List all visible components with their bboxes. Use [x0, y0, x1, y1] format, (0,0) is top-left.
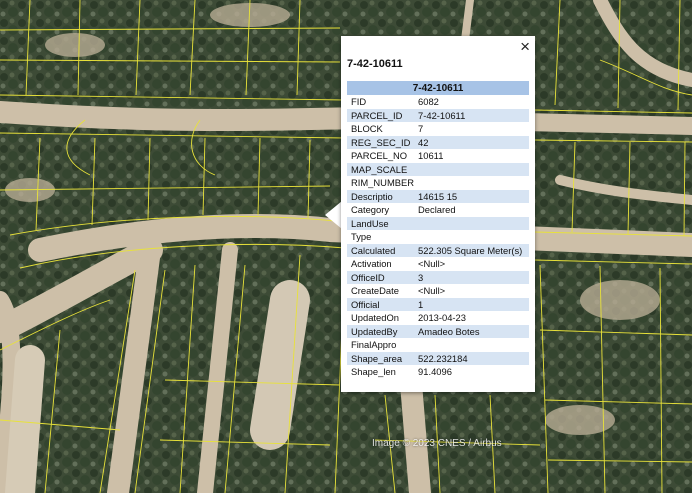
attribute-value: 7-42-10611: [414, 108, 529, 122]
table-row: Official 1: [347, 297, 529, 311]
table-row: MAP_SCALE: [347, 162, 529, 176]
table-row: PARCEL_ID 7-42-10611: [347, 108, 529, 122]
attribute-value: 6082: [418, 96, 439, 108]
attribute-key: REG_SEC_ID: [347, 135, 415, 149]
attribute-value: [414, 338, 529, 352]
attribute-value: 522.232184: [414, 351, 529, 365]
table-row: Descriptio 14615 15: [347, 189, 529, 203]
table-row: FinalAppro: [347, 338, 529, 352]
attribute-key: OfficeID: [347, 270, 415, 284]
attribute-value: 14615 15: [414, 189, 529, 203]
balloon-pointer: [325, 201, 342, 229]
attribute-value: 42: [414, 135, 529, 149]
table-row: Type: [347, 230, 529, 244]
table-row: UpdatedBy Amadeo Botes: [347, 324, 529, 338]
attribute-value: [414, 230, 529, 244]
table-row: Shape_len 91.4096: [347, 365, 529, 379]
attribute-value: 522.305 Square Meter(s): [414, 243, 529, 257]
attribute-value: [414, 176, 529, 190]
attribute-value: [414, 162, 529, 176]
attribute-key: CreateDate: [351, 285, 399, 297]
attribute-value: 10611: [418, 150, 444, 162]
attribute-key: UpdatedOn: [351, 312, 399, 324]
attribute-value: [414, 216, 529, 230]
attribute-key: Shape_area: [347, 351, 415, 365]
attribute-value: <Null>: [418, 258, 446, 270]
attribute-key: Calculated: [347, 243, 415, 257]
table-row: RIM_NUMBER: [347, 176, 529, 190]
close-icon[interactable]: ×: [520, 38, 530, 56]
attribute-key: Category: [351, 204, 390, 216]
attribute-key: Activation: [351, 258, 392, 270]
table-row: Category Declared: [347, 203, 529, 217]
attribute-key: RIM_NUMBER: [351, 177, 415, 189]
table-row: OfficeID 3: [347, 270, 529, 284]
attribute-value: 3: [414, 270, 529, 284]
table-row: Shape_area 522.232184: [347, 351, 529, 365]
attribute-table-header: 7-42-10611: [347, 81, 529, 95]
table-row: FID 6082: [347, 95, 529, 109]
table-row: LandUse: [347, 216, 529, 230]
attribute-key: LandUse: [347, 216, 415, 230]
info-balloon: × 7-42-10611 7-42-10611 FID 6082 PARCEL_I…: [341, 36, 535, 392]
table-row: Activation <Null>: [347, 257, 529, 271]
table-row: CreateDate <Null>: [347, 284, 529, 298]
attribute-key: MAP_SCALE: [347, 162, 415, 176]
table-row: UpdatedOn 2013-04-23: [347, 311, 529, 325]
attribute-value: 1: [414, 297, 529, 311]
attribute-key: Official: [347, 297, 415, 311]
attribute-key: PARCEL_NO: [351, 150, 408, 162]
attribute-key: FinalAppro: [351, 339, 397, 351]
attribute-key: FID: [351, 96, 367, 108]
attribute-key: Shape_len: [351, 366, 396, 378]
map-attribution: Image © 2023 CNES / Airbus: [372, 438, 502, 449]
attribute-key: UpdatedBy: [347, 324, 415, 338]
attribute-value: Declared: [418, 204, 456, 216]
attribute-value: <Null>: [418, 285, 446, 297]
attribute-value: Amadeo Botes: [414, 324, 529, 338]
attribute-value: 7: [418, 123, 424, 135]
table-row: Calculated 522.305 Square Meter(s): [347, 243, 529, 257]
attribute-value: 91.4096: [418, 366, 452, 378]
table-row: REG_SEC_ID 42: [347, 135, 529, 149]
attribute-value: 2013-04-23: [418, 312, 466, 324]
attribute-key: BLOCK: [351, 123, 383, 135]
table-row: BLOCK 7: [347, 122, 529, 136]
attribute-key: PARCEL_ID: [347, 108, 415, 122]
table-row: PARCEL_NO 10611: [347, 149, 529, 163]
attribute-key: Descriptio: [347, 189, 415, 203]
attribute-table: 7-42-10611 FID 6082 PARCEL_ID 7-42-10611 B…: [347, 81, 529, 379]
balloon-title: 7-42-10611: [347, 58, 403, 70]
attribute-key: Type: [351, 231, 372, 243]
